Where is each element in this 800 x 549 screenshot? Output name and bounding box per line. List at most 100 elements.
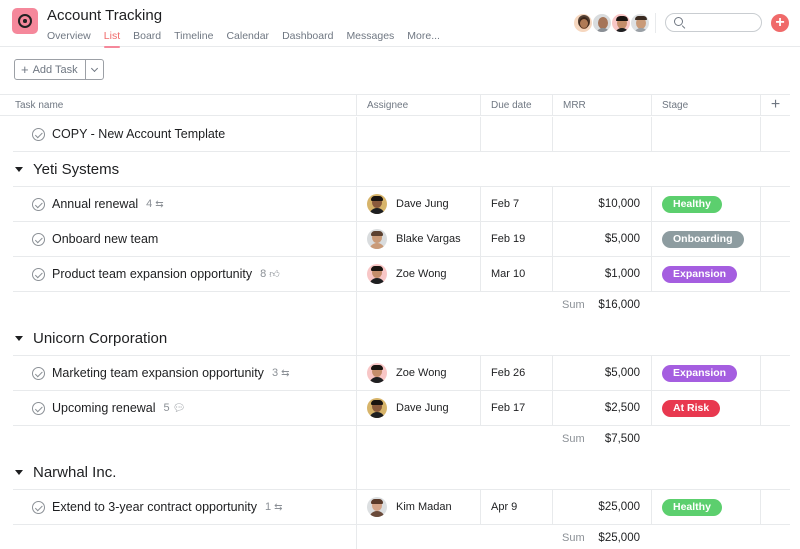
checkmark-circle-icon[interactable]	[32, 267, 45, 281]
stage-cell[interactable]: Onboarding	[651, 222, 760, 256]
due-date-cell[interactable]: Apr 9	[480, 490, 552, 524]
member-avatar[interactable]	[573, 13, 593, 33]
search-input[interactable]	[665, 13, 762, 32]
tab-messages[interactable]: Messages	[346, 30, 394, 46]
task-name[interactable]: Onboard new team	[52, 232, 158, 246]
stage-cell[interactable]: Healthy	[651, 490, 760, 524]
task-row[interactable]: Upcoming renewal 5 💬︎ Dave Jung Feb 17 $2,500…	[13, 391, 790, 426]
task-row[interactable]: Onboard new team Blake Vargas Feb 19 $5,000…	[13, 222, 790, 257]
caret-down-icon[interactable]	[15, 167, 23, 172]
stage-cell[interactable]: At Risk	[651, 391, 760, 425]
task-name-cell[interactable]: Upcoming renewal 5 💬︎	[13, 391, 356, 425]
stage-cell[interactable]: Healthy	[651, 187, 760, 221]
project-icon[interactable]	[12, 8, 38, 34]
mrr-cell[interactable]: $5,000	[552, 222, 651, 256]
task-row[interactable]: Extend to 3-year contract opportunity 1 ⇆ K…	[13, 490, 790, 525]
due-date-cell[interactable]	[480, 117, 552, 151]
due-date-cell[interactable]: Feb 17	[480, 391, 552, 425]
column-header-due-date[interactable]: Due date	[480, 95, 552, 116]
checkmark-circle-icon[interactable]	[32, 366, 45, 380]
member-avatar[interactable]	[611, 13, 631, 33]
task-name-cell[interactable]: Onboard new team	[13, 222, 356, 256]
stage-badge[interactable]: Expansion	[662, 364, 738, 382]
quick-add-button[interactable]: +	[771, 14, 789, 32]
avatar-body	[369, 278, 385, 284]
assignee-cell[interactable]: Kim Madan	[356, 490, 480, 524]
stage-cell[interactable]: Expansion	[651, 356, 760, 390]
stage-badge[interactable]: Healthy	[662, 195, 722, 213]
stage-badge[interactable]: At Risk	[662, 399, 721, 417]
tab-list[interactable]: List	[103, 30, 121, 48]
meta-count: 8	[260, 268, 267, 280]
task-name[interactable]: Extend to 3-year contract opportunity	[52, 500, 257, 514]
checkmark-circle-icon[interactable]	[32, 127, 45, 141]
mrr-cell[interactable]: $5,000	[552, 356, 651, 390]
stage-badge[interactable]: Healthy	[662, 498, 722, 516]
task-name-cell[interactable]: COPY - New Account Template	[13, 117, 356, 151]
section-name[interactable]: Narwhal Inc.	[33, 455, 116, 489]
section-name[interactable]: Yeti Systems	[33, 152, 119, 186]
mrr-cell[interactable]: $2,500	[552, 391, 651, 425]
column-header-task-name[interactable]: Task name	[0, 95, 356, 116]
checkmark-circle-icon[interactable]	[32, 401, 45, 415]
stage-badge[interactable]: Expansion	[662, 265, 738, 283]
tab-more[interactable]: More...	[407, 30, 440, 46]
task-name[interactable]: Marketing team expansion opportunity	[52, 366, 264, 380]
task-row[interactable]: Marketing team expansion opportunity 3 ⇆ Zo…	[13, 356, 790, 391]
assignee-cell[interactable]: Zoe Wong	[356, 257, 480, 291]
task-name-cell[interactable]: Marketing team expansion opportunity 3 ⇆	[13, 356, 356, 390]
checkmark-circle-icon[interactable]	[32, 197, 45, 211]
member-avatar[interactable]	[592, 13, 612, 33]
column-headers: Task name Assignee Due date MRR Stage +	[0, 94, 790, 116]
mrr-cell[interactable]: $10,000	[552, 187, 651, 221]
task-name[interactable]: COPY - New Account Template	[52, 127, 225, 141]
comment-count: 5 💬︎	[164, 402, 186, 414]
due-date-cell[interactable]: Feb 26	[480, 356, 552, 390]
task-name-cell[interactable]: Extend to 3-year contract opportunity 1 ⇆	[13, 490, 356, 524]
stage-cell[interactable]	[651, 117, 760, 151]
section-header[interactable]: Yeti Systems	[13, 152, 790, 187]
task-row[interactable]: Annual renewal 4 ⇆ Dave Jung Feb 7 $10,000 Hea…	[13, 187, 790, 222]
tab-calendar[interactable]: Calendar	[226, 30, 269, 46]
task-name[interactable]: Product team expansion opportunity	[52, 267, 252, 281]
section-name[interactable]: Unicorn Corporation	[33, 321, 167, 355]
add-task-dropdown-button[interactable]	[86, 60, 103, 79]
tab-overview[interactable]: Overview	[47, 30, 91, 46]
mrr-cell[interactable]	[552, 117, 651, 151]
assignee-cell[interactable]: Dave Jung	[356, 391, 480, 425]
mrr-cell[interactable]: $1,000	[552, 257, 651, 291]
assignee-cell[interactable]: Blake Vargas	[356, 222, 480, 256]
task-name[interactable]: Upcoming renewal	[52, 401, 156, 415]
tab-dashboard[interactable]: Dashboard	[282, 30, 333, 46]
task-row[interactable]: COPY - New Account Template	[13, 117, 790, 152]
due-date-cell[interactable]: Mar 10	[480, 257, 552, 291]
due-date-cell[interactable]: Feb 7	[480, 187, 552, 221]
empty-cell	[760, 117, 790, 151]
task-name-cell[interactable]: Annual renewal 4 ⇆	[13, 187, 356, 221]
assignee-cell[interactable]: Dave Jung	[356, 187, 480, 221]
task-row[interactable]: Product team expansion opportunity 8 👍︎ Zoe…	[13, 257, 790, 292]
caret-down-icon[interactable]	[15, 470, 23, 475]
mrr-cell[interactable]: $25,000	[552, 490, 651, 524]
column-header-mrr[interactable]: MRR	[552, 95, 651, 116]
caret-down-icon[interactable]	[15, 336, 23, 341]
stage-badge[interactable]: Onboarding	[662, 230, 744, 248]
checkmark-circle-icon[interactable]	[32, 500, 45, 514]
add-task-button[interactable]: + Add Task	[15, 60, 86, 79]
due-date-cell[interactable]: Feb 19	[480, 222, 552, 256]
checkmark-circle-icon[interactable]	[32, 232, 45, 246]
task-name[interactable]: Annual renewal	[52, 197, 138, 211]
assignee-cell[interactable]	[356, 117, 480, 151]
project-members[interactable]	[573, 13, 650, 33]
column-header-stage[interactable]: Stage	[651, 95, 760, 116]
member-avatar[interactable]	[630, 13, 650, 33]
task-name-cell[interactable]: Product team expansion opportunity 8 👍︎	[13, 257, 356, 291]
tab-board[interactable]: Board	[133, 30, 161, 46]
tab-timeline[interactable]: Timeline	[174, 30, 213, 46]
section-header[interactable]: Narwhal Inc.	[13, 455, 790, 490]
section-header[interactable]: Unicorn Corporation	[13, 321, 790, 356]
column-header-assignee[interactable]: Assignee	[356, 95, 480, 116]
stage-cell[interactable]: Expansion	[651, 257, 760, 291]
assignee-cell[interactable]: Zoe Wong	[356, 356, 480, 390]
add-column-button[interactable]: +	[760, 95, 790, 116]
